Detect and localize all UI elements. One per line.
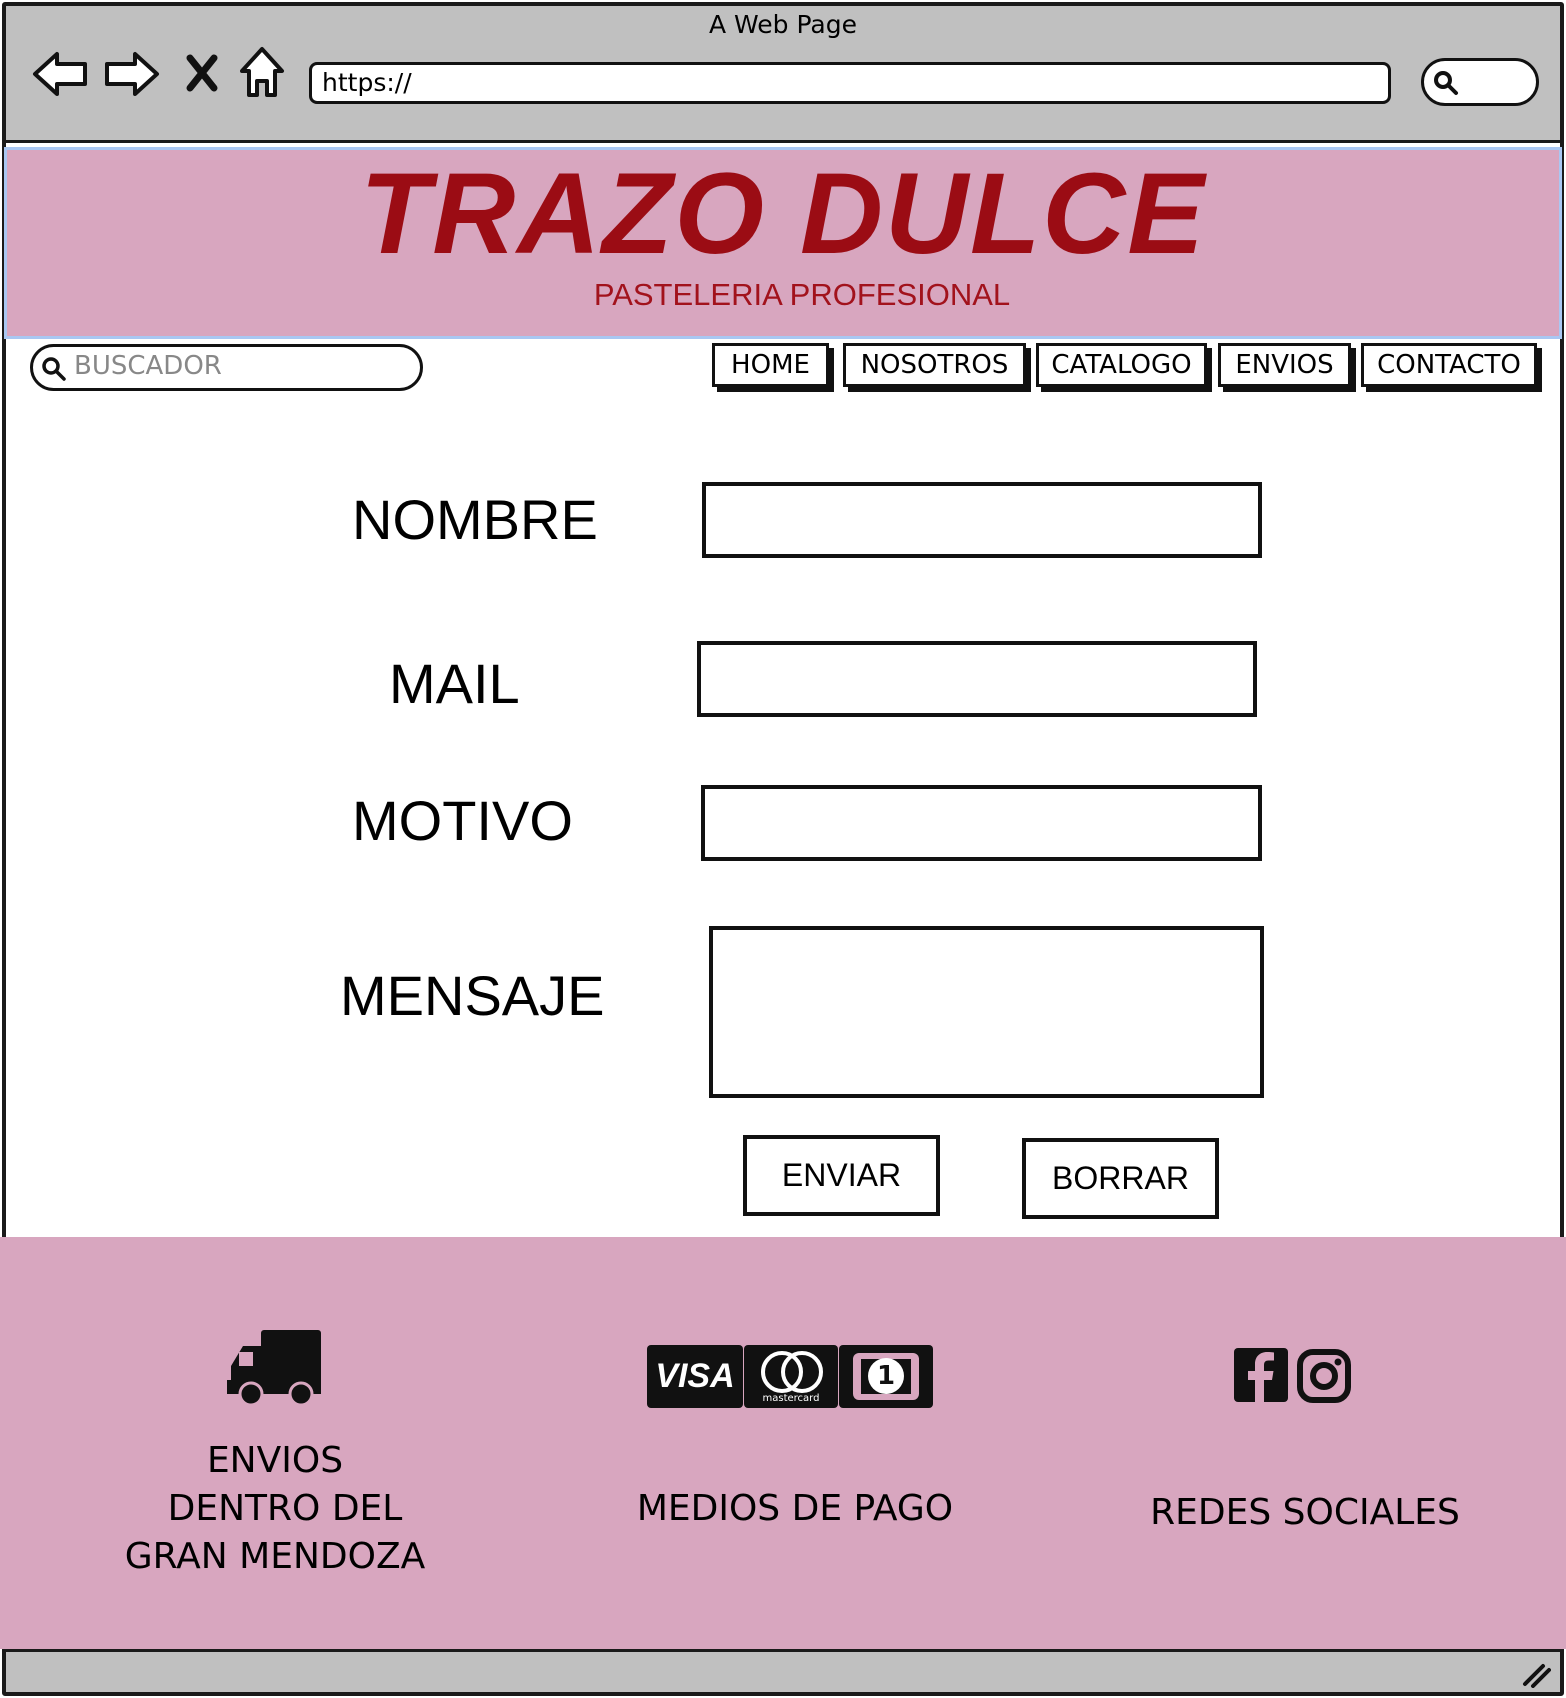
home-icon[interactable]	[236, 44, 288, 100]
shipping-line-1: ENVIOS	[206, 1440, 344, 1481]
instagram-icon[interactable]	[1296, 1348, 1352, 1404]
brand-subtitle: PASTELERIA PROFESIONAL	[593, 277, 1011, 312]
resize-handle-icon[interactable]	[1521, 1660, 1551, 1692]
facebook-icon[interactable]	[1234, 1348, 1288, 1402]
site-search-placeholder: BUSCADOR	[74, 351, 222, 381]
browser-search-field[interactable]	[1421, 58, 1539, 106]
visa-icon: VISA	[647, 1345, 743, 1408]
form-label-motivo: MOTIVO	[352, 789, 573, 852]
nombre-field[interactable]	[702, 482, 1262, 558]
cash-icon: 1	[839, 1345, 933, 1408]
shipping-line-2: DENTRO DEL	[167, 1488, 403, 1529]
shipping-line-3: GRAN MENDOZA	[124, 1536, 426, 1577]
brand-title: TRAZO DULCE	[359, 150, 1207, 278]
search-icon	[42, 357, 66, 381]
address-bar[interactable]: https://	[309, 62, 1391, 104]
forward-icon[interactable]	[102, 46, 162, 102]
form-label-mail: MAIL	[389, 652, 520, 715]
form-label-mensaje: MENSAJE	[340, 964, 605, 1027]
window-title: A Web Page	[708, 10, 858, 39]
truck-icon	[227, 1330, 321, 1410]
enviar-button[interactable]: ENVIAR	[743, 1135, 940, 1216]
motivo-field[interactable]	[701, 785, 1262, 861]
search-icon	[1434, 71, 1458, 95]
stop-icon[interactable]	[182, 50, 222, 96]
payments-title: MEDIOS DE PAGO	[636, 1488, 954, 1529]
browser-status-bar	[6, 1649, 1560, 1692]
borrar-button[interactable]: BORRAR	[1022, 1138, 1219, 1219]
nav-envios[interactable]: ENVIOS	[1218, 343, 1351, 387]
back-icon[interactable]	[30, 46, 90, 102]
mastercard-icon: mastercard	[744, 1345, 838, 1408]
nav-catalogo[interactable]: CATALOGO	[1036, 343, 1207, 387]
nav-home[interactable]: HOME	[712, 343, 829, 387]
nav-nosotros[interactable]: NOSOTROS	[843, 343, 1026, 387]
mail-field[interactable]	[697, 641, 1257, 717]
social-title: REDES SOCIALES	[1150, 1492, 1460, 1533]
form-label-nombre: NOMBRE	[352, 488, 598, 551]
mensaje-textarea[interactable]	[709, 926, 1264, 1098]
nav-contacto[interactable]: CONTACTO	[1361, 343, 1537, 387]
